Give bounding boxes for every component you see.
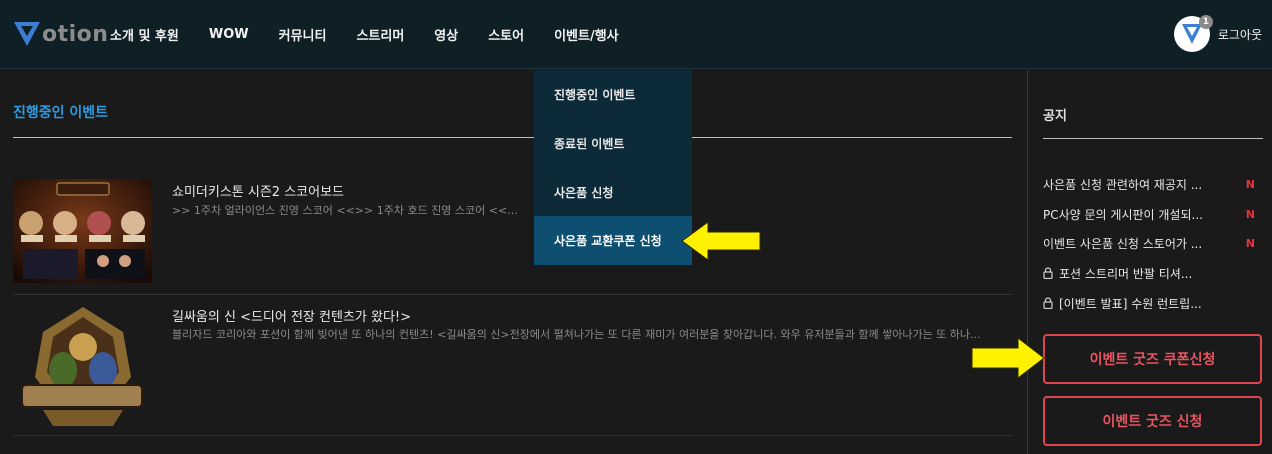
nav-item-video[interactable]: 영상: [434, 25, 458, 44]
notification-badge: 1: [1198, 15, 1213, 29]
lock-icon: [1043, 267, 1053, 279]
notice-title[interactable]: 포션 스트리머 반팔 티셔...: [1059, 265, 1192, 282]
notice-item[interactable]: 사은품 신청 관련하여 재공지 ... N: [1043, 174, 1263, 194]
new-badge: N: [1245, 207, 1255, 221]
notice-item[interactable]: [이벤트 발표] 수원 런트립...: [1043, 293, 1263, 313]
notice-item[interactable]: 이벤트 사은품 신청 스토어가 ... N: [1043, 233, 1263, 253]
nav-item-streamer[interactable]: 스트리머: [356, 25, 404, 44]
dropdown-item-ongoing-events[interactable]: 진행중인 이벤트: [534, 70, 692, 119]
avatar[interactable]: 1: [1173, 15, 1213, 52]
sidebar-title: 공지: [1043, 109, 1067, 124]
item-title[interactable]: 쇼미더키스톤 시즌2 스코어보드: [172, 181, 344, 200]
lock-icon: [1043, 297, 1053, 309]
top-navbar: otion 소개 및 후원 WOW 커뮤니티 스트리머 영상 스토어 이벤트/행…: [0, 0, 1272, 69]
arrow-right-icon: [971, 336, 1045, 380]
event-thumbnail[interactable]: [13, 302, 152, 432]
notice-item[interactable]: 포션 스트리머 반팔 티셔...: [1043, 263, 1263, 283]
sidebar-divider: [1027, 70, 1028, 454]
logo-text: otion: [42, 21, 109, 47]
item-description: 블리자드 코리아와 포션이 함께 빚어낸 또 하나의 컨텐츠! <길싸움의 신>…: [172, 328, 981, 341]
arrow-left-icon: [681, 221, 761, 261]
notice-title[interactable]: PC사양 문의 게시판이 개설되...: [1043, 206, 1203, 223]
events-dropdown-menu: 진행중인 이벤트 종료된 이벤트 사은품 신청 사은품 교환쿠폰 신청: [534, 70, 692, 265]
main-nav: 소개 및 후원 WOW 커뮤니티 스트리머 영상 스토어 이벤트/행사: [110, 0, 649, 69]
potion-logo-icon: [14, 22, 40, 46]
site-logo[interactable]: otion: [14, 18, 108, 50]
sidebar-title-divider: [1043, 138, 1263, 139]
section-divider: [13, 137, 1012, 138]
item-title[interactable]: 길싸움의 신 <드디어 전장 컨텐츠가 왔다!>: [172, 306, 411, 325]
nav-item-about[interactable]: 소개 및 후원: [110, 25, 179, 44]
notice-title[interactable]: 사은품 신청 관련하여 재공지 ...: [1043, 176, 1202, 193]
notice-title[interactable]: 이벤트 사은품 신청 스토어가 ...: [1043, 235, 1202, 252]
notice-title[interactable]: [이벤트 발표] 수원 런트립...: [1059, 295, 1202, 312]
logout-link[interactable]: 로그아웃: [1218, 26, 1262, 43]
notice-item[interactable]: PC사양 문의 게시판이 개설되... N: [1043, 204, 1263, 224]
new-badge: N: [1245, 236, 1255, 250]
scoreboard-thumbnail-image: [13, 179, 152, 283]
user-menu: 1 로그아웃: [1173, 15, 1262, 52]
nav-item-store[interactable]: 스토어: [488, 25, 524, 44]
event-thumbnail[interactable]: [13, 179, 152, 283]
nav-item-community[interactable]: 커뮤니티: [279, 25, 327, 44]
list-item[interactable]: 쇼미더키스톤 시즌2 스코어보드 >> 1주차 얼라이언스 진영 스코어 <<>…: [13, 179, 1012, 295]
dropdown-item-ended-events[interactable]: 종료된 이벤트: [534, 119, 692, 168]
list-item[interactable]: 길싸움의 신 <드디어 전장 컨텐츠가 왔다!> 블리자드 코리아와 포션이 함…: [13, 296, 1012, 436]
section-title: 진행중인 이벤트: [13, 105, 109, 121]
goods-request-button[interactable]: 이벤트 굿즈 신청: [1043, 396, 1262, 446]
guild-battle-thumbnail-image: [13, 302, 152, 432]
dropdown-item-coupon-request[interactable]: 사은품 교환쿠폰 신청: [534, 216, 692, 265]
dropdown-item-gift-request[interactable]: 사은품 신청: [534, 168, 692, 217]
nav-item-wow[interactable]: WOW: [209, 27, 249, 42]
nav-item-events[interactable]: 이벤트/행사: [554, 25, 619, 44]
goods-coupon-request-button[interactable]: 이벤트 굿즈 쿠폰신청: [1043, 334, 1262, 384]
new-badge: N: [1245, 177, 1255, 191]
